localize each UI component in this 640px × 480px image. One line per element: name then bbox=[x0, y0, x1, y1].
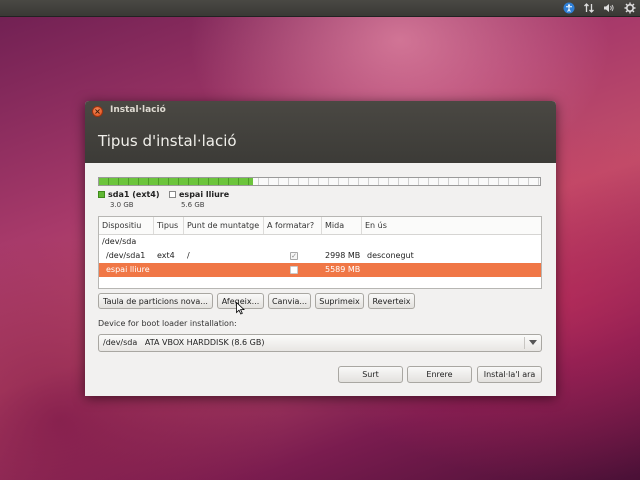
window-title: Instal·lació bbox=[110, 105, 166, 115]
boot-loader-select[interactable]: /dev/sda ATA VBOX HARDDISK (8.6 GB) bbox=[98, 334, 542, 352]
legend-label: espai lliure bbox=[179, 190, 230, 199]
cell-size: 2998 MB bbox=[325, 251, 361, 260]
boot-loader-label: Device for boot loader installation: bbox=[98, 319, 237, 328]
legend-size: 3.0 GB bbox=[110, 201, 134, 209]
cell-device: /dev/sda bbox=[102, 237, 137, 246]
network-icon[interactable] bbox=[581, 0, 597, 16]
partition-table[interactable]: Dispositiu Tipus Punt de muntatge A form… bbox=[98, 216, 542, 289]
cell-mount: / bbox=[187, 251, 190, 260]
column-header-mount[interactable]: Punt de muntatge bbox=[184, 217, 264, 234]
installer-window: × Instal·lació Tipus d'instal·lació sda1… bbox=[85, 101, 556, 396]
column-header-used[interactable]: En ús bbox=[362, 217, 541, 234]
legend-size: 5.6 GB bbox=[181, 201, 205, 209]
legend-swatch bbox=[169, 191, 176, 198]
column-header-size[interactable]: Mida bbox=[322, 217, 362, 234]
close-icon[interactable]: × bbox=[92, 106, 103, 117]
format-checkbox[interactable]: ✓ bbox=[290, 252, 298, 260]
cell-device: espai lliure bbox=[106, 265, 150, 274]
boot-loader-value: /dev/sda ATA VBOX HARDDISK (8.6 GB) bbox=[103, 335, 264, 351]
install-now-button[interactable]: Instal·la'l ara bbox=[477, 366, 542, 383]
partition-used-segment bbox=[99, 178, 253, 185]
legend-item-free-space: espai lliure bbox=[169, 190, 229, 199]
combo-separator bbox=[524, 337, 525, 349]
title-bar[interactable]: × Instal·lació Tipus d'instal·lació bbox=[85, 101, 556, 163]
gear-icon[interactable] bbox=[622, 0, 638, 16]
change-button[interactable]: Canvia... bbox=[268, 293, 311, 309]
mouse-cursor-icon bbox=[236, 300, 246, 319]
top-panel bbox=[0, 0, 640, 17]
table-header: Dispositiu Tipus Punt de muntatge A form… bbox=[99, 217, 541, 235]
legend-label: sda1 (ext4) bbox=[108, 190, 160, 199]
accessibility-icon[interactable] bbox=[561, 0, 577, 16]
cell-used: desconegut bbox=[367, 251, 414, 260]
volume-icon[interactable] bbox=[601, 0, 617, 16]
revert-button[interactable]: Reverteix bbox=[368, 293, 415, 309]
legend-swatch bbox=[98, 191, 105, 198]
table-row[interactable]: /dev/sda bbox=[99, 235, 541, 249]
new-partition-table-button[interactable]: Taula de particions nova... bbox=[98, 293, 213, 309]
format-checkbox[interactable] bbox=[290, 266, 298, 274]
cell-device: /dev/sda1 bbox=[106, 251, 146, 260]
partition-bar bbox=[98, 177, 541, 186]
boot-device-description: ATA VBOX HARDDISK (8.6 GB) bbox=[144, 338, 265, 347]
quit-button[interactable]: Surt bbox=[338, 366, 403, 383]
column-header-type[interactable]: Tipus bbox=[154, 217, 184, 234]
legend-item-sda1: sda1 (ext4) bbox=[98, 190, 160, 199]
page-title: Tipus d'instal·lació bbox=[98, 132, 237, 150]
delete-button[interactable]: Suprimeix bbox=[315, 293, 364, 309]
back-button[interactable]: Enrere bbox=[407, 366, 472, 383]
cell-type: ext4 bbox=[157, 251, 175, 260]
column-header-format[interactable]: A formatar? bbox=[264, 217, 322, 234]
boot-device: /dev/sda bbox=[103, 338, 138, 347]
column-header-device[interactable]: Dispositiu bbox=[99, 217, 154, 234]
table-row-selected[interactable]: espai lliure 5589 MB bbox=[99, 263, 541, 277]
table-row[interactable]: /dev/sda1 ext4 / ✓ 2998 MB desconegut bbox=[99, 249, 541, 263]
chevron-down-icon[interactable] bbox=[529, 340, 537, 345]
cell-size: 5589 MB bbox=[325, 265, 361, 274]
